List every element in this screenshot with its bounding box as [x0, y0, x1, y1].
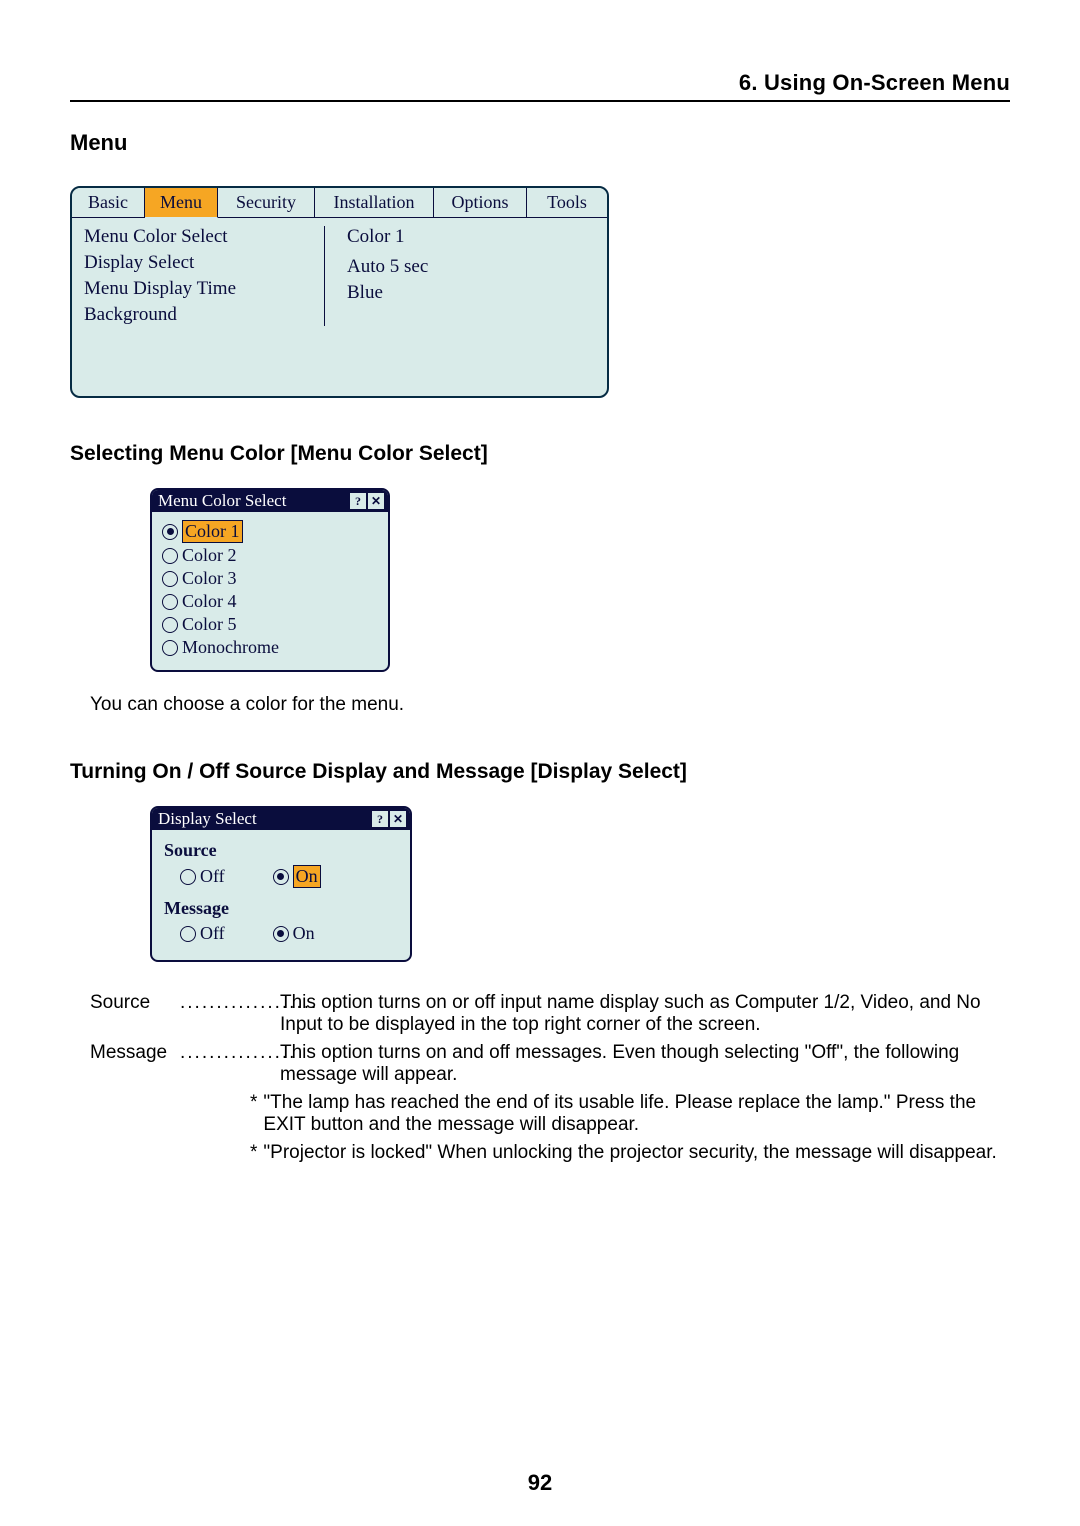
osd-tab-menu[interactable]: Menu: [145, 188, 218, 218]
group-label-source: Source: [164, 840, 398, 861]
osd-row-value: Color 1: [347, 226, 428, 248]
def-dots: ................: [180, 1042, 280, 1086]
def-dots: ...................: [180, 992, 280, 1036]
bullet-list: * "The lamp has reached the end of its u…: [250, 1092, 1010, 1164]
def-term: Message: [90, 1042, 180, 1086]
osd-tab-options[interactable]: Options: [434, 188, 527, 218]
osd-tab-tools[interactable]: Tools: [527, 188, 607, 218]
section-title: Menu: [70, 130, 1010, 156]
radio-icon: [162, 524, 178, 540]
radio-label: On: [293, 865, 321, 888]
radio-icon: [162, 640, 178, 656]
osd-tab-basic[interactable]: Basic: [72, 188, 145, 218]
radio-label: Off: [200, 866, 225, 887]
osd-menu-panel: Basic Menu Security Installation Options…: [70, 186, 609, 398]
radio-label: Color 3: [182, 568, 237, 589]
panel-title-text: Menu Color Select: [158, 491, 286, 511]
bullet-marker: *: [250, 1142, 257, 1164]
radio-icon: [273, 869, 289, 885]
osd-row-value: Blue: [347, 282, 428, 304]
horizontal-rule: [70, 100, 1010, 102]
radio-option-off[interactable]: Off: [180, 923, 225, 944]
radio-icon: [162, 548, 178, 564]
radio-label: Monochrome: [182, 637, 279, 658]
page-number: 92: [0, 1470, 1080, 1496]
radio-option[interactable]: Monochrome: [162, 637, 378, 658]
osd-row-label[interactable]: Background: [84, 304, 314, 326]
radio-icon: [162, 594, 178, 610]
bullet-marker: *: [250, 1092, 257, 1136]
bullet-text: "The lamp has reached the end of its usa…: [263, 1092, 1010, 1136]
subheading-display-select: Turning On / Off Source Display and Mess…: [70, 760, 1010, 784]
radio-option-off[interactable]: Off: [180, 865, 225, 888]
bullet-text: "Projector is locked" When unlocking the…: [263, 1142, 996, 1164]
close-icon[interactable]: ✕: [390, 811, 406, 827]
radio-option[interactable]: Color 3: [162, 568, 378, 589]
def-term: Source: [90, 992, 180, 1036]
menu-color-select-panel: Menu Color Select ? ✕ Color 1 Color 2 Co…: [150, 488, 390, 672]
radio-icon: [162, 617, 178, 633]
definition-list: Source ................... This option t…: [90, 992, 1010, 1086]
def-body: This option turns on and off messages. E…: [280, 1042, 1010, 1086]
display-select-panel: Display Select ? ✕ Source Off On Message: [150, 806, 412, 962]
osd-tab-installation[interactable]: Installation: [315, 188, 434, 218]
radio-option-on[interactable]: On: [273, 865, 321, 888]
radio-icon: [273, 926, 289, 942]
osd-tabs: Basic Menu Security Installation Options…: [72, 188, 607, 218]
radio-label: Color 1: [182, 520, 243, 543]
radio-label: Color 5: [182, 614, 237, 635]
subheading-menu-color-select: Selecting Menu Color [Menu Color Select]: [70, 442, 1010, 466]
radio-label: Color 2: [182, 545, 237, 566]
radio-icon: [162, 571, 178, 587]
radio-icon: [180, 926, 196, 942]
close-icon[interactable]: ✕: [368, 493, 384, 509]
osd-row-value: Auto 5 sec: [347, 256, 428, 278]
def-body: This option turns on or off input name d…: [280, 992, 1010, 1036]
chapter-title: 6. Using On-Screen Menu: [70, 70, 1010, 96]
description-text: You can choose a color for the menu.: [90, 694, 1010, 716]
radio-label: Off: [200, 923, 225, 944]
radio-option[interactable]: Color 2: [162, 545, 378, 566]
radio-option[interactable]: Color 1: [162, 520, 378, 543]
osd-row-label[interactable]: Display Select: [84, 252, 314, 274]
radio-option[interactable]: Color 4: [162, 591, 378, 612]
osd-row-label[interactable]: Menu Color Select: [84, 226, 314, 248]
radio-icon: [180, 869, 196, 885]
osd-tab-security[interactable]: Security: [218, 188, 315, 218]
radio-label: On: [293, 923, 315, 944]
radio-label: Color 4: [182, 591, 237, 612]
radio-option[interactable]: Color 5: [162, 614, 378, 635]
group-label-message: Message: [164, 898, 398, 919]
panel-title-text: Display Select: [158, 809, 257, 829]
help-icon[interactable]: ?: [350, 493, 366, 509]
radio-option-on[interactable]: On: [273, 923, 315, 944]
help-icon[interactable]: ?: [372, 811, 388, 827]
osd-row-label[interactable]: Menu Display Time: [84, 278, 314, 300]
